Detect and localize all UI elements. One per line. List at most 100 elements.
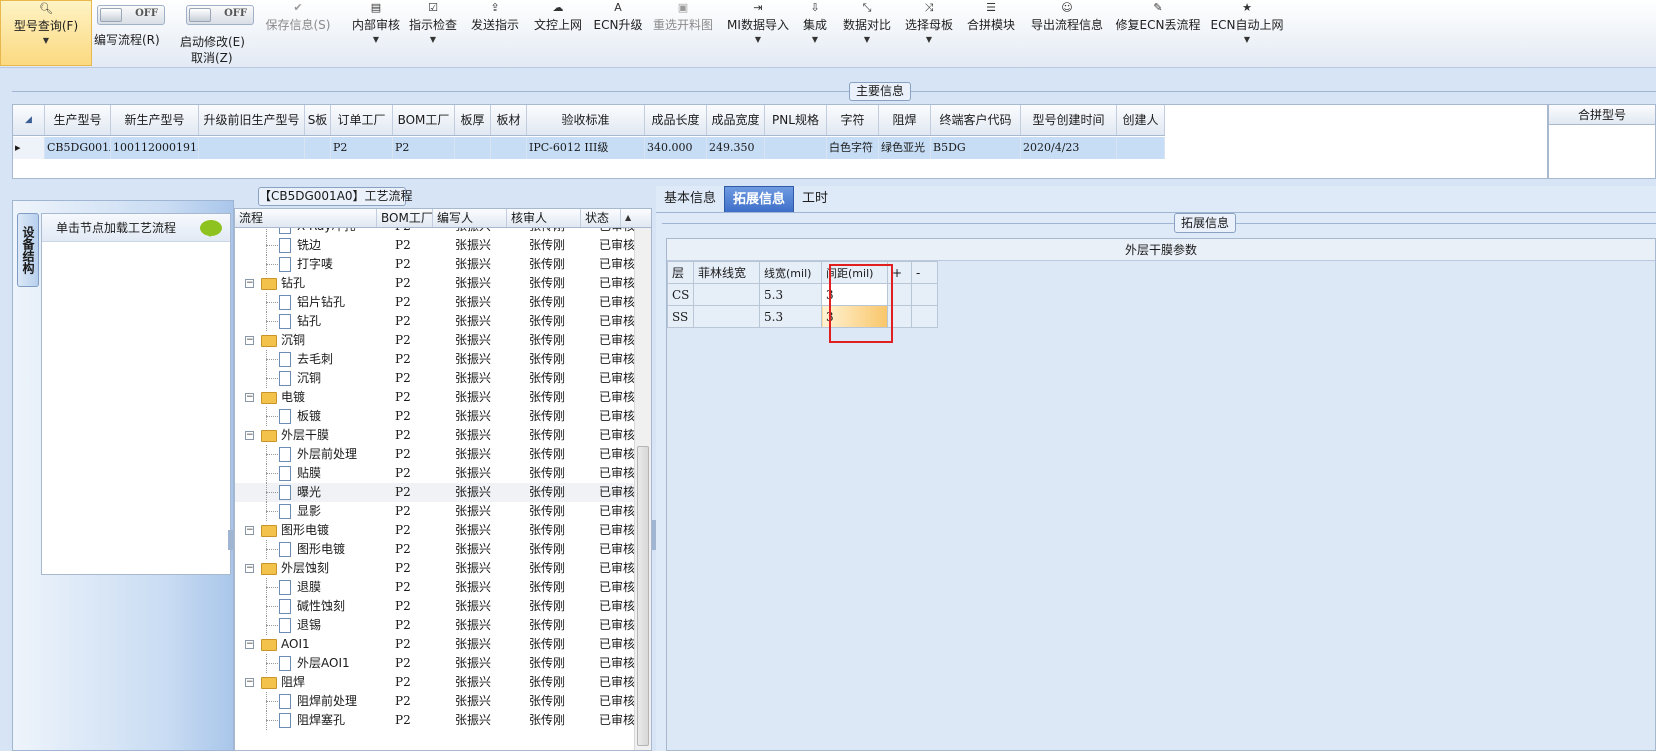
upload-icon: ⇪: [490, 1, 500, 14]
ecn-upgrade-button[interactable]: A ECN升级: [594, 0, 643, 66]
tree-node[interactable]: − 外层干膜: [235, 426, 391, 445]
table-row[interactable]: − 钻孔 P2 张振兴 张传刚 已审核: [235, 274, 635, 293]
table-cell[interactable]: [693, 283, 760, 306]
tree-node[interactable]: − 外层蚀刻: [235, 559, 391, 578]
table-row[interactable]: 贴膜 P2 张振兴 张传刚 已审核: [235, 464, 635, 483]
ecn-auto-upload-button[interactable]: ★ ECN自动上网 ▼: [1211, 0, 1284, 66]
tree-node[interactable]: 铣边: [235, 236, 391, 255]
table-row[interactable]: − 电镀 P2 张振兴 张传刚 已审核: [235, 388, 635, 407]
tree-node[interactable]: 退膜: [235, 578, 391, 597]
collapse-icon[interactable]: −: [245, 336, 254, 345]
table-row[interactable]: 碱性蚀刻 P2 张振兴 张传刚 已审核: [235, 597, 635, 616]
repair-ecn-button[interactable]: ✎ 修复ECN丢流程: [1116, 0, 1201, 66]
table-row[interactable]: 曝光 P2 张振兴 张传刚 已审核: [235, 483, 635, 502]
merge-module-button[interactable]: ☰ 合拼模块: [966, 0, 1016, 66]
table-row[interactable]: SS 5.3 3: [667, 305, 938, 328]
collapse-icon[interactable]: −: [245, 393, 254, 402]
reselect-cutting-button[interactable]: ▣ 重选开料图: [652, 0, 714, 66]
collapse-icon[interactable]: −: [245, 564, 254, 573]
table-row[interactable]: 外层前处理 P2 张振兴 张传刚 已审核: [235, 445, 635, 464]
tree-node[interactable]: − 沉铜: [235, 331, 391, 350]
table-row[interactable]: − 图形电镀 P2 张振兴 张传刚 已审核: [235, 521, 635, 540]
collapse-icon[interactable]: −: [245, 640, 254, 649]
tree-node[interactable]: 钻孔: [235, 312, 391, 331]
table-row[interactable]: 外层AOI1 P2 张振兴 张传刚 已审核: [235, 654, 635, 673]
tree-node[interactable]: 打字唛: [235, 255, 391, 274]
table-cell[interactable]: [693, 305, 760, 328]
tree-node[interactable]: 外层前处理: [235, 445, 391, 464]
tab-device-structure[interactable]: 设备结构: [17, 213, 39, 287]
tab-basic-info[interactable]: 基本信息: [656, 186, 724, 212]
collapse-icon[interactable]: −: [245, 431, 254, 440]
auto-modify-toggle[interactable]: OFF: [186, 5, 254, 25]
table-row[interactable]: CS 5.3 3: [667, 283, 938, 306]
tree-node[interactable]: 退锡: [235, 616, 391, 635]
instruction-check-button[interactable]: ☑ 指示检查 ▼: [408, 0, 458, 66]
collapse-icon[interactable]: −: [245, 678, 254, 687]
tab-work-hours[interactable]: 工时: [794, 186, 836, 212]
table-row[interactable]: − 外层干膜 P2 张振兴 张传刚 已审核: [235, 426, 635, 445]
tree-node[interactable]: 碱性蚀刻: [235, 597, 391, 616]
table-row[interactable]: 阻焊前处理 P2 张振兴 张传刚 已审核: [235, 692, 635, 711]
tree-node[interactable]: 图形电镀: [235, 540, 391, 559]
collapse-icon[interactable]: −: [245, 526, 254, 535]
tree-node[interactable]: − 阻焊: [235, 673, 391, 692]
table-cell[interactable]: CS: [667, 283, 694, 306]
table-row[interactable]: 打字唛 P2 张振兴 张传刚 已审核: [235, 255, 635, 274]
table-row[interactable]: − 阻焊 P2 张振兴 张传刚 已审核: [235, 673, 635, 692]
table-row[interactable]: 沉铜 P2 张振兴 张传刚 已审核: [235, 369, 635, 388]
table-row[interactable]: − 沉铜 P2 张振兴 张传刚 已审核: [235, 331, 635, 350]
table-cell[interactable]: SS: [667, 305, 694, 328]
tree-node[interactable]: 板镀: [235, 407, 391, 426]
model-query-button[interactable]: 🔍︎ 型号查询(F) ▼: [0, 0, 92, 66]
send-instruction-button[interactable]: ⇪ 发送指示: [470, 0, 520, 66]
table-cell[interactable]: [911, 305, 938, 328]
scrollbar-thumb[interactable]: [637, 446, 649, 746]
table-row[interactable]: − 外层蚀刻 P2 张振兴 张传刚 已审核: [235, 559, 635, 578]
table-row[interactable]: 图形电镀 P2 张振兴 张传刚 已审核: [235, 540, 635, 559]
table-cell[interactable]: [911, 283, 938, 306]
tree-node[interactable]: 外层AOI1: [235, 654, 391, 673]
table-row[interactable]: 去毛刺 P2 张振兴 张传刚 已审核: [235, 350, 635, 369]
data-compare-button[interactable]: ⤡ 数据对比 ▼: [842, 0, 892, 66]
column-header[interactable]: -: [911, 261, 938, 284]
tree-node[interactable]: 阻焊前处理: [235, 692, 391, 711]
cancel-button[interactable]: 取消(Z): [191, 49, 233, 66]
edit-flow-toggle[interactable]: OFF: [97, 5, 165, 25]
table-row[interactable]: 退锡 P2 张振兴 张传刚 已审核: [235, 616, 635, 635]
tree-node[interactable]: 铝片钻孔: [235, 293, 391, 312]
vertical-scrollbar[interactable]: [634, 228, 651, 750]
select-master-button[interactable]: ⤨ 选择母板 ▼: [904, 0, 954, 66]
tree-node[interactable]: − 钻孔: [235, 274, 391, 293]
tree-node[interactable]: 显影: [235, 502, 391, 521]
table-row[interactable]: − AOI1 P2 张振兴 张传刚 已审核: [235, 635, 635, 654]
tree-node[interactable]: 阻焊塞孔: [235, 711, 391, 730]
integrate-button[interactable]: ⇩ 集成 ▼: [802, 0, 828, 66]
collapse-icon[interactable]: −: [245, 279, 254, 288]
table-row[interactable]: 板镀 P2 张振兴 张传刚 已审核: [235, 407, 635, 426]
tree-node[interactable]: − 图形电镀: [235, 521, 391, 540]
table-row[interactable]: 铝片钻孔 P2 张振兴 张传刚 已审核: [235, 293, 635, 312]
tab-extension-info[interactable]: 拓展信息: [724, 186, 795, 212]
mi-import-button[interactable]: ⇥ MI数据导入 ▼: [727, 0, 789, 66]
doc-upload-button[interactable]: ☁ 文控上网: [532, 0, 584, 66]
chat-bubble-icon[interactable]: [200, 220, 222, 237]
table-cell[interactable]: 5.3: [759, 305, 822, 328]
tree-node[interactable]: − AOI1: [235, 635, 391, 654]
table-row[interactable]: 阻焊塞孔 P2 张振兴 张传刚 已审核: [235, 711, 635, 730]
tree-node[interactable]: − 电镀: [235, 388, 391, 407]
internal-review-button[interactable]: ▤ 内部审核 ▼: [346, 0, 406, 66]
table-row[interactable]: 铣边 P2 张振兴 张传刚 已审核: [235, 236, 635, 255]
scroll-up-arrow-icon[interactable]: ▲: [621, 209, 631, 227]
tree-node[interactable]: 去毛刺: [235, 350, 391, 369]
table-row[interactable]: ▸CB5DG001A010011200019131 P2P2 IPC-6012 II…: [13, 137, 1165, 159]
save-info-button[interactable]: ✔ 保存信息(S): [263, 0, 333, 66]
table-row[interactable]: 退膜 P2 张振兴 张传刚 已审核: [235, 578, 635, 597]
tree-node[interactable]: 曝光: [235, 483, 391, 502]
table-cell[interactable]: 5.3: [759, 283, 822, 306]
table-row[interactable]: 钻孔 P2 张振兴 张传刚 已审核: [235, 312, 635, 331]
table-row[interactable]: 显影 P2 张振兴 张传刚 已审核: [235, 502, 635, 521]
tree-node[interactable]: 沉铜: [235, 369, 391, 388]
tree-node[interactable]: 贴膜: [235, 464, 391, 483]
export-flow-button[interactable]: ☺ 导出流程信息: [1030, 0, 1104, 66]
